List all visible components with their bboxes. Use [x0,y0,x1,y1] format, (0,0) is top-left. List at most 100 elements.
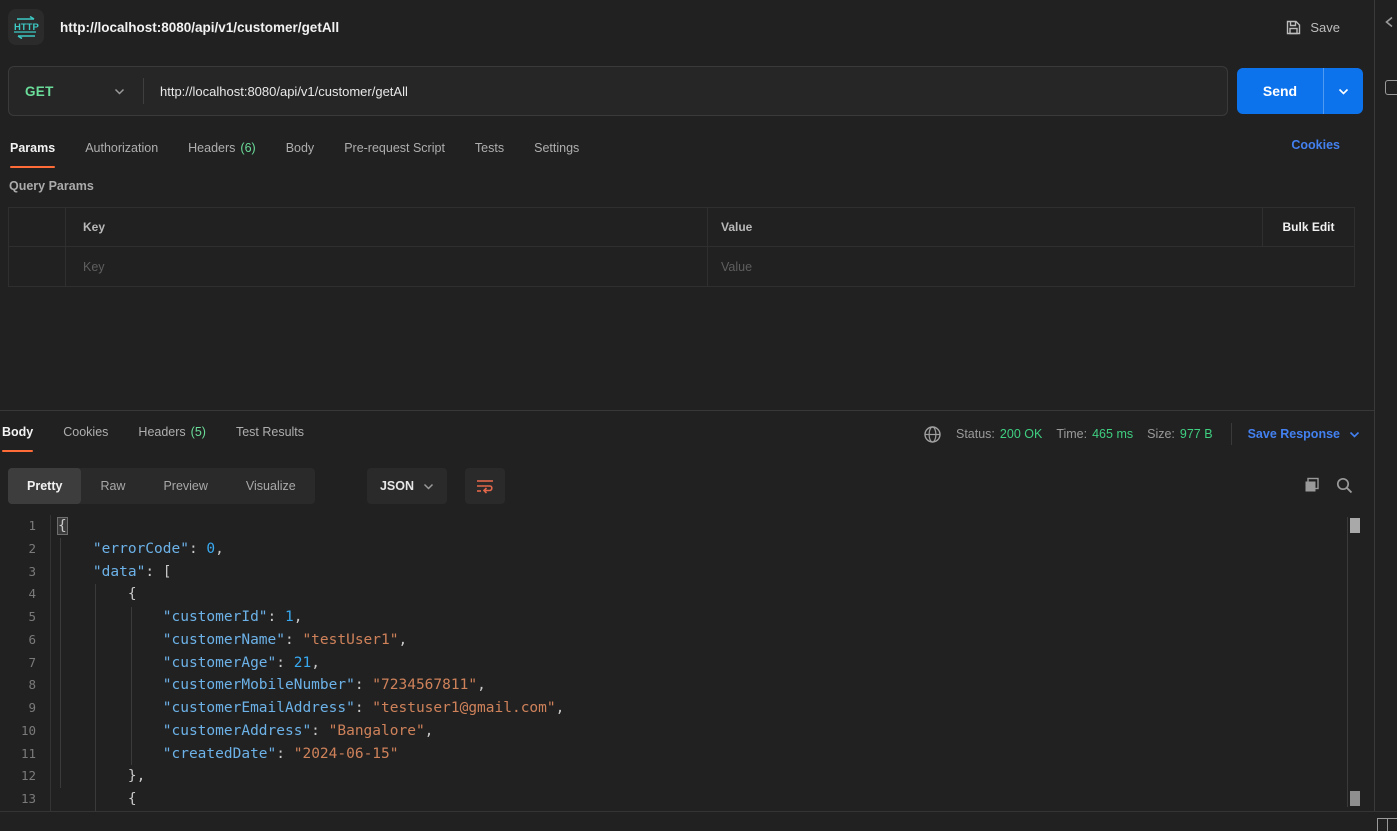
param-value-input[interactable]: Value [708,247,1354,286]
response-tab-headers[interactable]: Headers(5) [138,414,206,450]
code-text: "customerAge": 21, [36,652,320,675]
line-number: 3 [0,561,36,584]
code-line: 2 "errorCode": 0, [0,538,1374,561]
tab-label: Headers [138,425,185,439]
line-number: 5 [0,606,36,629]
tab-label: Pre-request Script [344,141,445,155]
api-client-window: HTTP http://localhost:8080/api/v1/custom… [0,0,1397,831]
chevron-down-icon [1349,431,1360,438]
chevron-down-icon [1338,88,1349,95]
tab-label: Authorization [85,141,158,155]
request-tab-headers[interactable]: Headers(6) [188,130,256,166]
status-label: Status: [956,427,995,441]
response-tab-body[interactable]: Body [2,414,33,450]
indent-guide [95,584,96,811]
line-number: 10 [0,720,36,743]
time-value: 465 ms [1092,427,1133,441]
send-options-button[interactable] [1323,68,1363,114]
wrap-text-button[interactable] [465,468,505,504]
view-tab-visualize[interactable]: Visualize [227,468,315,504]
response-divider [0,410,1374,411]
code-text: { [36,515,67,538]
search-response-button[interactable] [1332,472,1356,498]
layout-grid-icon[interactable] [1377,818,1397,831]
view-tab-raw[interactable]: Raw [81,468,144,504]
globe-icon [923,425,942,444]
view-tab-preview[interactable]: Preview [144,468,226,504]
scrollbar-track [1347,517,1348,807]
query-params-empty-row: Key Value [8,247,1355,287]
request-tab-tests[interactable]: Tests [475,130,504,166]
tab-label: Cookies [63,425,108,439]
cookies-link[interactable]: Cookies [1291,138,1340,152]
right-sidebar [1374,0,1397,811]
response-body-editor[interactable]: 1{2 "errorCode": 0,3 "data": [4 {5 "cust… [0,515,1374,811]
code-text: "errorCode": 0, [36,538,224,561]
row-handle-cell [9,247,66,286]
response-tab-test-results[interactable]: Test Results [236,414,304,450]
code-line: 1{ [0,515,1374,538]
code-line: 3 "data": [ [0,561,1374,584]
method-label: GET [25,84,54,99]
tab-label: Test Results [236,425,304,439]
request-tab-pre-request-script[interactable]: Pre-request Script [344,130,445,166]
tab-count-badge: (6) [240,141,255,155]
size-label: Size: [1147,427,1175,441]
http-request-icon: HTTP [8,9,44,45]
save-response-button[interactable]: Save Response [1248,427,1360,441]
tab-label: Tests [475,141,504,155]
code-line: 8 "customerMobileNumber": "7234567811", [0,674,1374,697]
request-tabs: Params Authorization Headers(6) Body Pre-req… [10,130,579,168]
copy-response-button[interactable] [1300,472,1324,498]
request-tab-body[interactable]: Body [286,130,315,166]
code-line: 4 { [0,583,1374,606]
line-number: 6 [0,629,36,652]
code-icon[interactable] [1384,16,1396,28]
time-label: Time: [1056,427,1087,441]
send-button[interactable]: Send [1237,68,1323,114]
indent-guide [131,607,132,765]
tab-label: Body [286,141,315,155]
main-pane: HTTP http://localhost:8080/api/v1/custom… [0,0,1374,831]
code-line: 11 "createdDate": "2024-06-15" [0,743,1374,766]
save-button[interactable]: Save [1285,19,1340,36]
param-key-input[interactable]: Key [66,247,708,286]
gutter-border [50,515,51,811]
response-tab-cookies[interactable]: Cookies [63,414,108,450]
chevron-down-icon [423,483,434,490]
response-meta: Status: 200 OK Time: 465 ms Size: 977 B … [923,412,1360,456]
request-header: HTTP http://localhost:8080/api/v1/custom… [0,0,1374,54]
code-line: 6 "customerName": "testUser1", [0,629,1374,652]
request-title: http://localhost:8080/api/v1/customer/ge… [60,20,1285,35]
copy-icon [1303,476,1321,494]
request-tab-authorization[interactable]: Authorization [85,130,158,166]
code-line: 9 "customerEmailAddress": "testuser1@gma… [0,697,1374,720]
code-line: 5 "customerId": 1, [0,606,1374,629]
query-params-title: Query Params [9,179,94,193]
view-tab-pretty[interactable]: Pretty [8,468,81,504]
code-text: { [36,583,137,606]
scrollbar-thumb[interactable] [1350,518,1360,533]
url-input[interactable] [144,67,1227,115]
tab-label: Settings [534,141,579,155]
code-text: "createdDate": "2024-06-15" [36,743,399,766]
value-column-header: Value [708,208,1263,246]
method-select[interactable]: GET [9,67,143,115]
url-bar: GET [8,66,1228,116]
json-code: 1{2 "errorCode": 0,3 "data": [4 {5 "cust… [0,515,1374,811]
line-number: 8 [0,674,36,697]
select-all-cell [9,208,66,246]
request-tab-settings[interactable]: Settings [534,130,579,166]
bulk-edit-button[interactable]: Bulk Edit [1263,208,1354,246]
panel-icon[interactable] [1385,80,1397,95]
tab-label: Body [2,425,33,439]
code-text: "customerMobileNumber": "7234567811", [36,674,486,697]
code-line: 10 "customerAddress": "Bangalore", [0,720,1374,743]
save-response-label: Save Response [1248,427,1340,441]
code-text: "data": [ [36,561,172,584]
code-text: "customerId": 1, [36,606,302,629]
request-tab-params[interactable]: Params [10,130,55,166]
code-text: "customerName": "testUser1", [36,629,407,652]
language-select[interactable]: JSON [367,468,447,504]
key-column-header: Key [66,208,708,246]
